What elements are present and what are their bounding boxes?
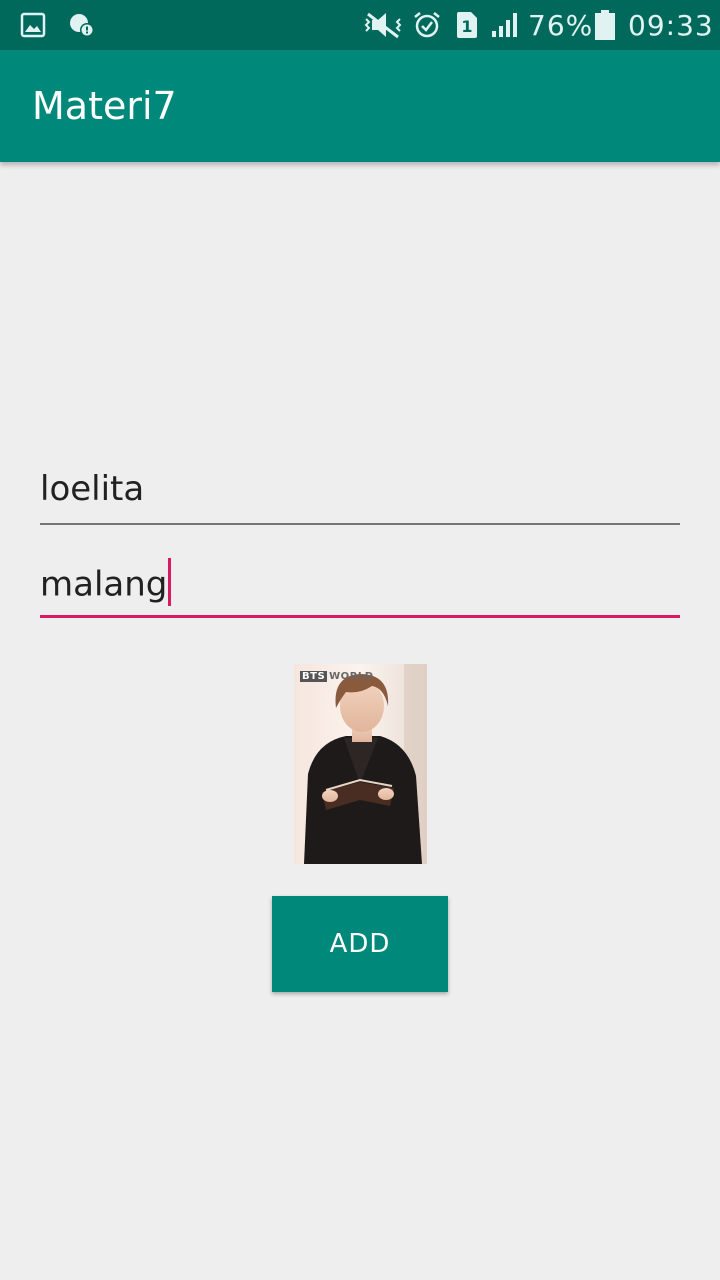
city-input-underline — [40, 615, 680, 618]
alert-notification-icon — [68, 0, 96, 50]
city-input[interactable]: malang — [40, 548, 680, 618]
name-input[interactable]: loelita — [40, 455, 680, 525]
signal-icon — [490, 0, 520, 50]
sim-icon: 1 — [455, 0, 479, 50]
app-bar: Materi7 — [0, 50, 720, 162]
profile-photo[interactable]: BTS WORLD — [294, 664, 427, 864]
photo-badge-world: WORLD — [329, 671, 374, 682]
city-input-value: malang — [40, 564, 168, 605]
mute-icon — [364, 0, 404, 50]
battery-percent: 76% — [528, 8, 594, 42]
battery-icon — [594, 0, 616, 50]
photo-illustration — [294, 664, 427, 864]
clock: 09:33 — [628, 8, 714, 42]
alarm-icon — [412, 0, 442, 50]
name-input-value: loelita — [40, 469, 145, 509]
text-cursor — [168, 558, 172, 606]
add-button[interactable]: ADD — [272, 896, 448, 992]
gallery-notification-icon — [20, 0, 46, 50]
sim-slot-number: 1 — [461, 17, 472, 36]
photo-badge: BTS WORLD — [300, 671, 374, 682]
city-input-value-wrap: malang — [40, 558, 172, 610]
photo-badge-bts: BTS — [300, 671, 328, 682]
name-input-underline — [40, 523, 680, 525]
app-title: Materi7 — [32, 84, 177, 128]
status-bar: 1 76% 09:33 — [0, 0, 720, 50]
